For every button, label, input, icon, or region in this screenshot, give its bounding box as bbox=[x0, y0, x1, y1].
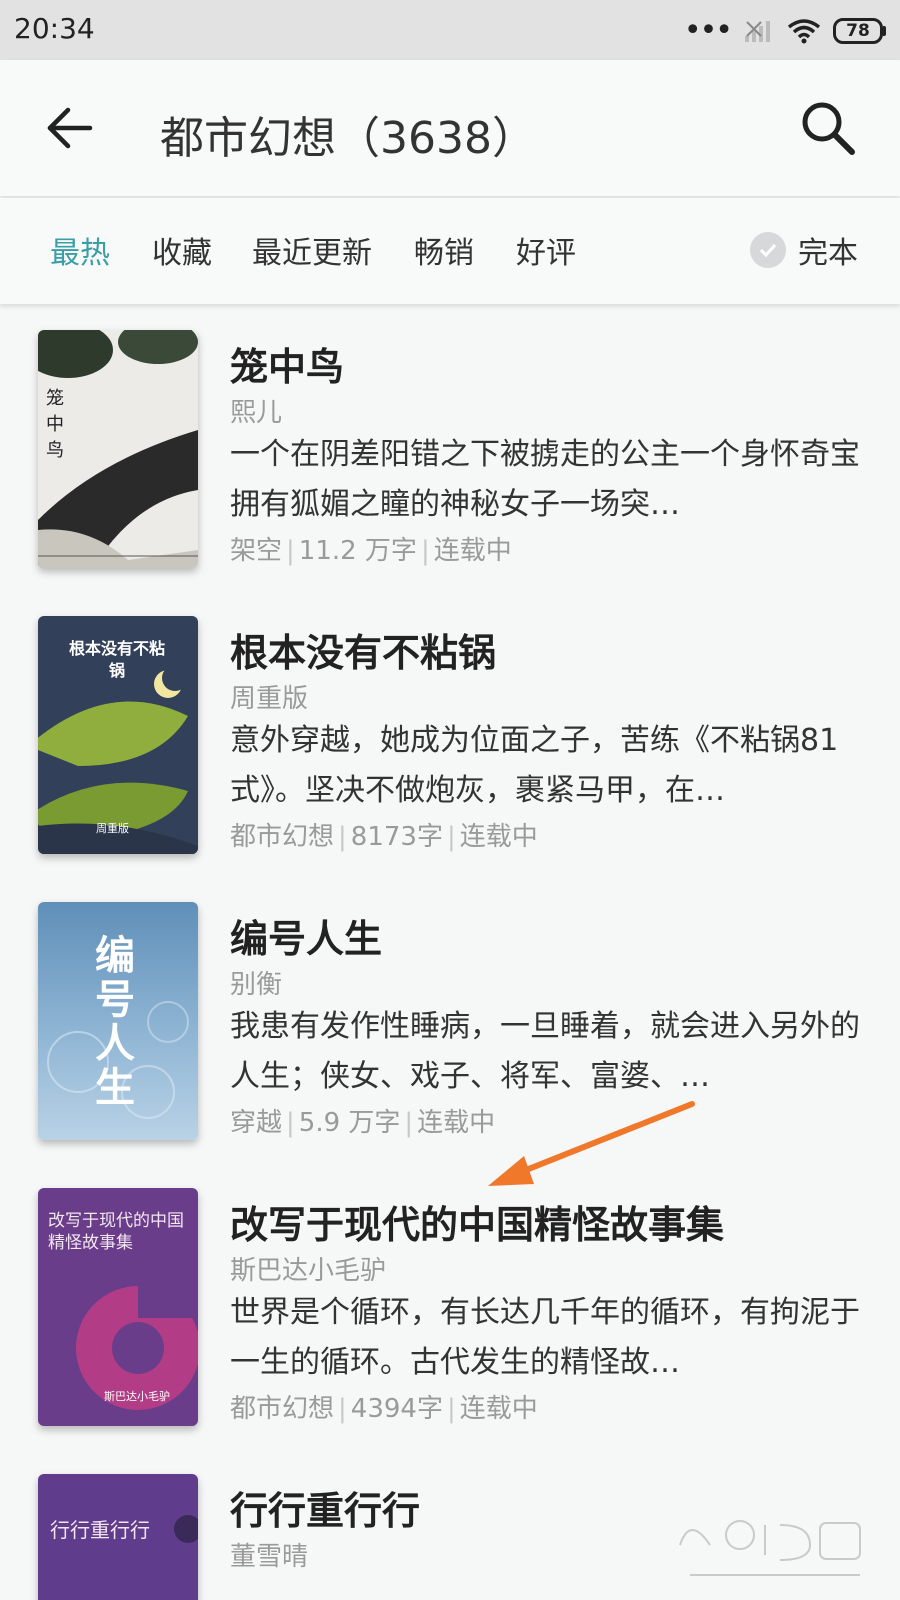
book-meta: 架空 | 11.2 万字 | 连载中 bbox=[230, 536, 512, 566]
book-author: 斯巴达小毛驴 bbox=[230, 1256, 387, 1286]
tab-favorites[interactable]: 收藏 bbox=[152, 228, 212, 272]
book-word-count: 8173字 bbox=[350, 822, 443, 852]
book-title: 笼中鸟 bbox=[230, 345, 345, 389]
book-description: 意外穿越，她成为位面之子，苦练《不粘锅81式》。坚决不做炮灰，裹紧马甲，在… bbox=[230, 723, 839, 808]
book-description: 我患有发作性睡病，一旦睡着，就会进入另外的人生；侠女、戏子、将军、富婆、… bbox=[230, 1009, 860, 1094]
book-author: 周重版 bbox=[230, 684, 309, 714]
book-item[interactable]: 改写于现代的中国精怪故事集 斯巴达小毛驴 改写于现代的中国精怪故事集 斯巴达小毛… bbox=[0, 1188, 900, 1448]
book-author: 董雪晴 bbox=[230, 1542, 309, 1572]
cover-title: 编号人生 bbox=[95, 933, 135, 1111]
book-status: 连载中 bbox=[459, 1394, 538, 1424]
cover-author: 斯巴达小毛驴 bbox=[104, 1390, 170, 1403]
cover-title: 根本没有不粘锅 bbox=[68, 639, 165, 680]
cover-title: 笼中鸟 bbox=[46, 388, 64, 461]
battery-icon: 78 bbox=[833, 18, 886, 44]
book-cover[interactable]: 行行重行行 bbox=[38, 1474, 198, 1600]
book-cover[interactable]: 编号人生 bbox=[38, 902, 198, 1140]
cover-title: 改写于现代的中国精怪故事集 bbox=[48, 1211, 184, 1253]
book-status: 连载中 bbox=[459, 822, 538, 852]
check-icon bbox=[750, 232, 786, 268]
book-genre: 都市幻想 bbox=[230, 1394, 335, 1424]
book-title: 编号人生 bbox=[230, 917, 383, 961]
book-genre: 架空 bbox=[230, 536, 283, 566]
book-author: 别衡 bbox=[230, 970, 283, 1000]
filter-bar: 最热 收藏 最近更新 畅销 好评 完本 bbox=[0, 198, 900, 304]
book-word-count: 4394字 bbox=[350, 1394, 443, 1424]
book-title: 行行重行行 bbox=[230, 1489, 421, 1533]
status-icons: ••• 78 bbox=[684, 16, 886, 46]
book-cover[interactable]: 改写于现代的中国精怪故事集 斯巴达小毛驴 bbox=[38, 1188, 198, 1426]
book-cover[interactable]: 笼中鸟 bbox=[38, 330, 198, 568]
book-item[interactable]: 编号人生 编号人生 别衡 我患有发作性睡病，一旦睡着，就会进入另外的人生；侠女、… bbox=[0, 902, 900, 1162]
search-icon[interactable] bbox=[796, 96, 860, 160]
status-bar: 20:34 ••• 78 bbox=[0, 0, 900, 60]
battery-level: 78 bbox=[833, 18, 883, 44]
book-item[interactable]: 根本没有不粘锅 周重版 根本没有不粘锅 周重版 意外穿越，她成为位面之子，苦练《… bbox=[0, 616, 900, 876]
tab-recent-update[interactable]: 最近更新 bbox=[252, 228, 372, 272]
book-item[interactable]: 笼中鸟 笼中鸟 熙儿 一个在阴差阳错之下被掳走的公主一个身怀奇宝拥有狐媚之瞳的神… bbox=[0, 330, 900, 590]
book-title: 改写于现代的中国精怪故事集 bbox=[230, 1203, 725, 1247]
book-word-count: 5.9 万字 bbox=[298, 1108, 401, 1138]
signal-icon bbox=[745, 21, 770, 42]
cover-title: 行行重行行 bbox=[50, 1518, 150, 1542]
book-description: 一个在阴差阳错之下被掳走的公主一个身怀奇宝拥有狐媚之瞳的神秘女子一场突… bbox=[230, 437, 860, 522]
book-title: 根本没有不粘锅 bbox=[230, 631, 497, 675]
tab-bestseller[interactable]: 畅销 bbox=[414, 228, 474, 272]
baidu-watermark-icon bbox=[679, 1520, 861, 1576]
book-genre: 穿越 bbox=[230, 1108, 283, 1138]
book-cover[interactable]: 根本没有不粘锅 周重版 bbox=[38, 616, 198, 854]
tab-top-rated[interactable]: 好评 bbox=[516, 228, 576, 272]
app-header: 都市幻想（3638） bbox=[0, 60, 900, 196]
page-title: 都市幻想（3638） bbox=[160, 113, 536, 164]
more-dots-icon: ••• bbox=[683, 13, 733, 48]
cover-author: 周重版 bbox=[96, 822, 129, 835]
complete-filter-label: 完本 bbox=[798, 236, 858, 271]
book-description: 世界是个循环，有长达几千年的循环，有拘泥于一生的循环。古代发生的精怪故… bbox=[230, 1295, 860, 1380]
wifi-icon bbox=[787, 19, 821, 44]
book-genre: 都市幻想 bbox=[230, 822, 335, 852]
book-meta: 穿越 | 5.9 万字 | 连载中 bbox=[230, 1108, 496, 1138]
status-time: 20:34 bbox=[14, 12, 95, 45]
book-status: 连载中 bbox=[433, 536, 512, 566]
tab-hottest[interactable]: 最热 bbox=[50, 228, 110, 272]
annotation-arrow-icon bbox=[488, 1101, 695, 1186]
book-word-count: 11.2 万字 bbox=[298, 536, 417, 566]
book-meta: 都市幻想 | 8173字 | 连载中 bbox=[230, 822, 538, 852]
book-author: 熙儿 bbox=[230, 398, 283, 428]
complete-filter-toggle[interactable]: 完本 bbox=[750, 228, 858, 272]
arrow-left-icon[interactable] bbox=[40, 98, 100, 158]
book-meta: 都市幻想 | 4394字 | 连载中 bbox=[230, 1394, 538, 1424]
